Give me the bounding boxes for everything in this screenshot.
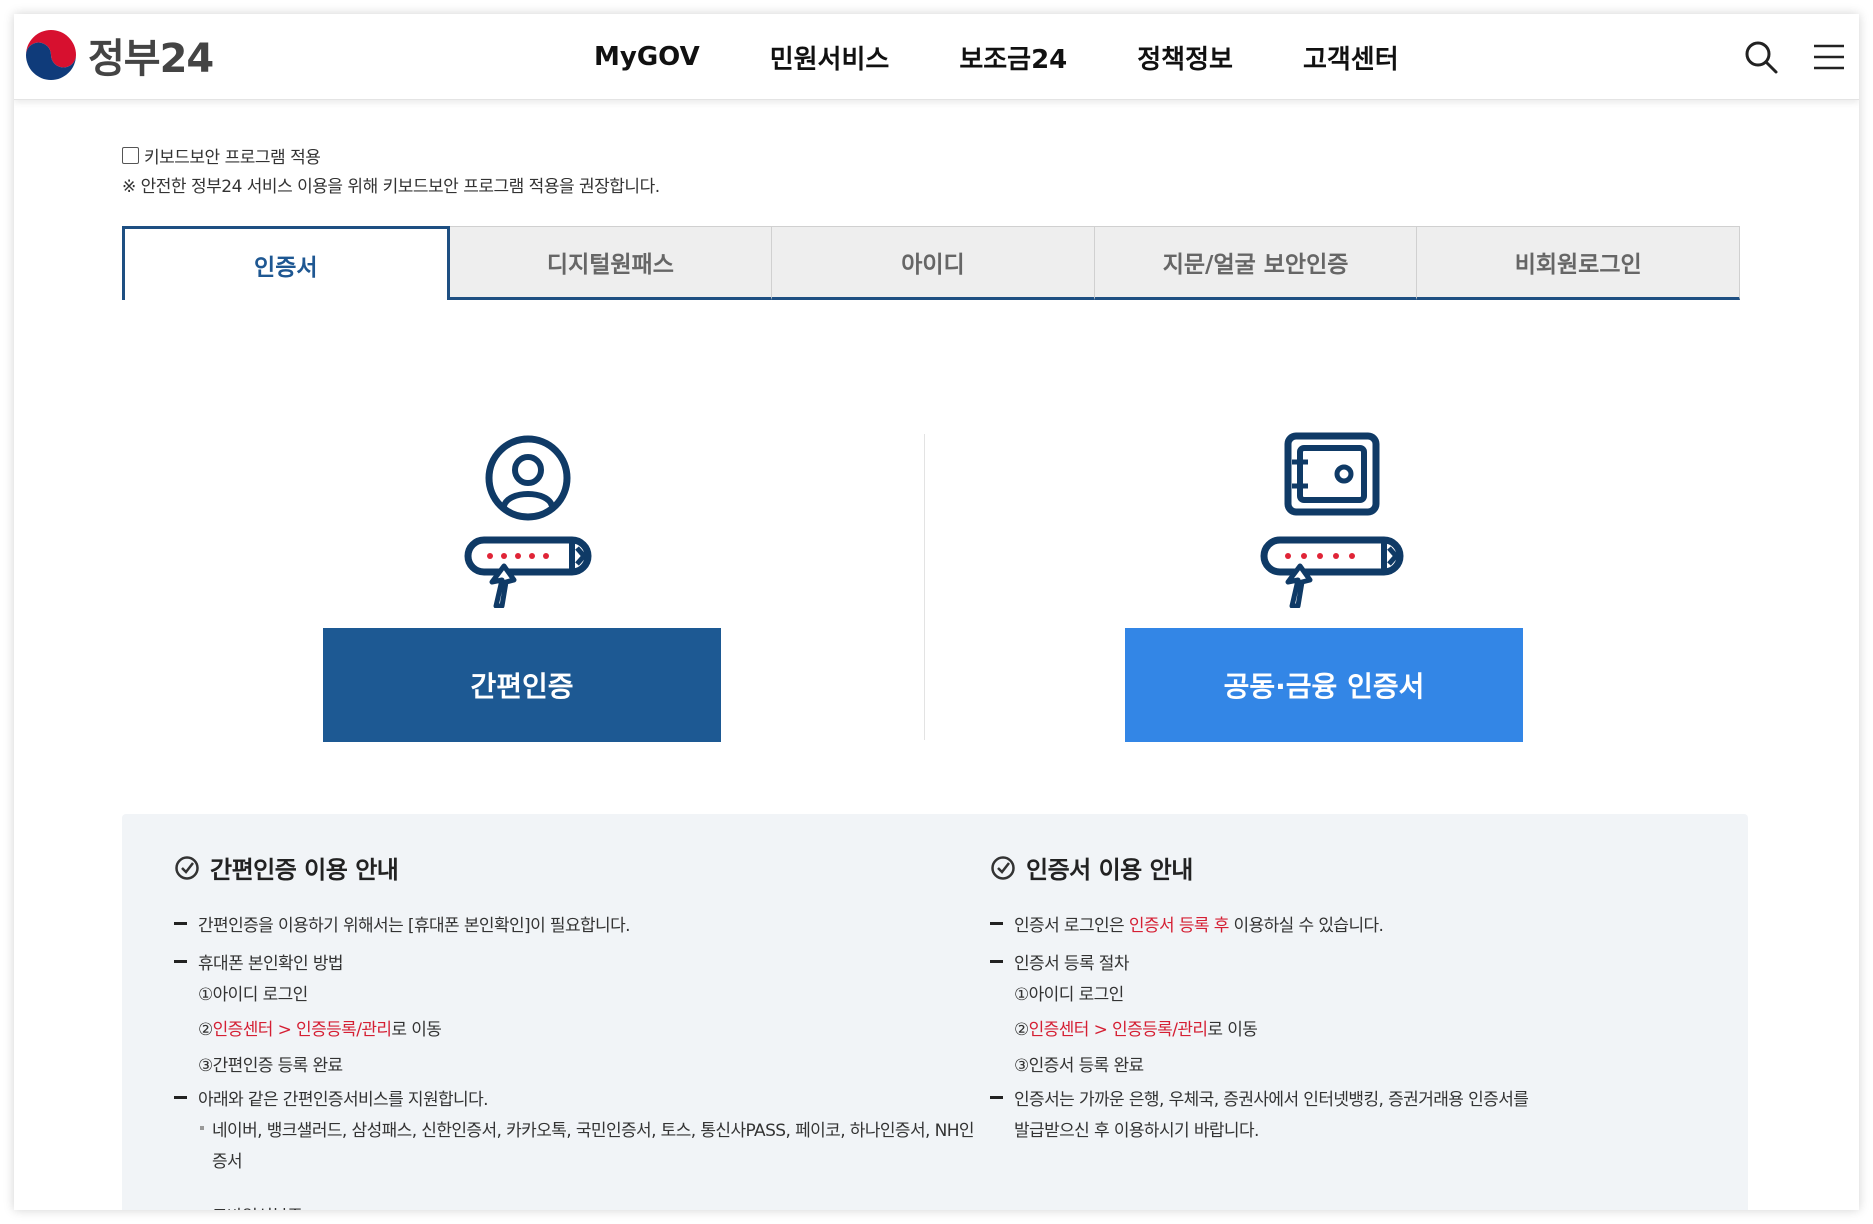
tab-id[interactable]: 아이디: [772, 226, 1095, 300]
nav-policy-info[interactable]: 정책정보: [1137, 39, 1233, 76]
guide-step: ①아이디 로그인: [198, 985, 308, 1005]
dash-bullet: [174, 960, 187, 963]
tab-certificate[interactable]: 인증서: [122, 226, 450, 300]
nav-mygov[interactable]: MyGOV: [594, 42, 700, 72]
main-navigation: MyGOV 민원서비스 보조금24 정책정보 고객센터: [594, 14, 1399, 100]
guide-highlight: 인증서 등록 후: [1128, 916, 1229, 936]
joint-cert-safe-icon: [1260, 432, 1404, 608]
guide-text: 휴대폰 본인확인 방법: [198, 954, 344, 974]
browser-viewport: 정부24 MyGOV 민원서비스 보조금24 정책정보 고객센터 키보드보안 프…: [14, 14, 1859, 1210]
guide-step: ②인증센터 > 인증등록/관리로 이동: [1014, 1015, 1258, 1040]
guide-text: 인증서는 가까운 은행, 우체국, 증권사에서 인터넷뱅킹, 증권거래용 인증서…: [1014, 1090, 1529, 1110]
guide-step: ③간편인증 등록 완료: [198, 1056, 343, 1076]
dash-bullet: [990, 960, 1003, 963]
keyboard-security-section: 키보드보안 프로그램 적용 ※ 안전한 정부24 서비스 이용을 위해 키보드보…: [122, 144, 660, 197]
site-logo[interactable]: 정부24: [24, 26, 214, 84]
taegeuk-logo-icon: [26, 30, 76, 80]
check-circle-icon: [991, 855, 1015, 880]
cert-center-link-text: 인증센터 > 인증등록/관리: [1028, 1020, 1208, 1040]
step-number: ②: [1014, 1020, 1029, 1040]
login-method-tabs: 인증서 디지털원패스 아이디 지문/얼굴 보안인증 비회원로그인: [122, 226, 1740, 300]
joint-financial-cert-button[interactable]: 공동·금융 인증서: [1125, 628, 1523, 742]
page: 정부24 MyGOV 민원서비스 보조금24 정책정보 고객센터 키보드보안 프…: [0, 0, 1873, 1224]
guide-subtext: 모바일신분증: [212, 1202, 303, 1210]
tab-non-member[interactable]: 비회원로그인: [1417, 226, 1740, 300]
keyboard-security-note: ※ 안전한 정부24 서비스 이용을 위해 키보드보안 프로그램 적용을 권장합…: [122, 177, 660, 197]
square-bullet: [200, 1126, 204, 1130]
search-icon[interactable]: [1742, 38, 1780, 76]
guide-text: 간편인증을 이용하기 위해서는 [휴대폰 본인확인]이 필요합니다.: [198, 916, 631, 936]
guide-text-part: 인증서 로그인은: [1014, 916, 1129, 936]
guide-step: ①아이디 로그인: [1014, 985, 1124, 1005]
step-text: 로 이동: [391, 1020, 442, 1040]
usage-guide-box: 간편인증 이용 안내 간편인증을 이용하기 위해서는 [휴대폰 본인확인]이 필…: [122, 814, 1748, 1210]
nav-customer-center[interactable]: 고객센터: [1303, 39, 1399, 76]
step-text: 로 이동: [1207, 1020, 1258, 1040]
guide-step: ②인증센터 > 인증등록/관리로 이동: [198, 1015, 442, 1040]
dash-bullet: [174, 922, 187, 925]
simple-auth-guide-title: 간편인증 이용 안내: [174, 850, 399, 885]
cert-guide-title-text: 인증서 이용 안내: [1026, 856, 1193, 884]
hamburger-menu-icon[interactable]: [1810, 38, 1848, 76]
keyboard-security-label: 키보드보안 프로그램 적용: [144, 147, 321, 168]
guide-subtext: 증서: [212, 1152, 243, 1172]
nav-subsidy24[interactable]: 보조금24: [959, 39, 1067, 76]
step-number: ②: [198, 1020, 213, 1040]
dash-bullet: [990, 1096, 1003, 1099]
simple-auth-button[interactable]: 간편인증: [323, 628, 721, 742]
guide-step: ③인증서 등록 완료: [1014, 1056, 1144, 1076]
guide-text: 아래와 같은 간편인증서비스를 지원합니다.: [198, 1090, 489, 1110]
nav-civil-service[interactable]: 민원서비스: [770, 39, 890, 76]
cert-guide-title: 인증서 이용 안내: [990, 850, 1193, 885]
keyboard-security-checkbox[interactable]: [122, 146, 139, 164]
tab-digital-onepass[interactable]: 디지털원패스: [449, 226, 773, 300]
cert-center-link-text: 인증센터 > 인증등록/관리: [212, 1020, 392, 1040]
site-header: 정부24 MyGOV 민원서비스 보조금24 정책정보 고객센터: [14, 14, 1859, 100]
dash-bullet: [174, 1096, 187, 1099]
guide-text: 인증서 로그인은 인증서 등록 후 이용하실 수 있습니다.: [1014, 911, 1384, 936]
guide-text-part: 이용하실 수 있습니다.: [1228, 916, 1384, 936]
options-divider: [924, 434, 925, 740]
guide-subtext: 네이버, 뱅크샐러드, 삼성패스, 신한인증서, 카카오톡, 국민인증서, 토스…: [212, 1121, 975, 1141]
guide-text: 인증서 등록 절차: [1014, 954, 1129, 974]
simple-auth-guide-title-text: 간편인증 이용 안내: [210, 856, 399, 884]
check-circle-icon: [175, 855, 199, 880]
tab-biometric[interactable]: 지문/얼굴 보안인증: [1094, 226, 1418, 300]
logo-text: 정부24: [88, 36, 214, 82]
guide-text: 발급받으신 후 이용하시기 바랍니다.: [1014, 1121, 1259, 1141]
dash-bullet: [990, 922, 1003, 925]
simple-auth-user-icon: [464, 435, 592, 608]
keyboard-security-row: 키보드보안 프로그램 적용: [122, 144, 660, 168]
